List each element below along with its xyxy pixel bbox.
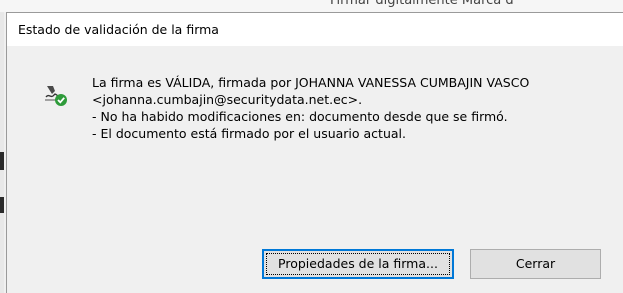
message-line: <johanna.cumbajin@securitydata.net.ec>. <box>92 92 363 107</box>
background-edge-mark <box>0 152 4 170</box>
signature-properties-button[interactable]: Propiedades de la firma... <box>262 249 454 279</box>
background-toolbar-text: Firmar digitalmente Marca d <box>330 0 514 8</box>
signature-properties-label: Propiedades de la firma... <box>278 256 438 271</box>
signature-valid-check-icon <box>45 86 67 106</box>
dialog-content: La firma es VÁLIDA, firmada por JOHANNA … <box>7 46 623 293</box>
signature-validation-dialog: Estado de validación de la firma La firm… <box>6 12 623 293</box>
background-toolbar: Firmar digitalmente Marca d <box>0 0 623 12</box>
screen: Firmar digitalmente Marca d Estado de va… <box>0 0 623 293</box>
validation-message: La firma es VÁLIDA, firmada por JOHANNA … <box>92 74 529 142</box>
message-line: - No ha habido modificaciones en: docume… <box>92 109 508 124</box>
close-button[interactable]: Cerrar <box>470 249 601 279</box>
background-window-edge <box>0 12 4 293</box>
dialog-title: Estado de validación de la firma <box>18 22 219 37</box>
pen-icon-part <box>47 86 55 94</box>
background-edge-mark <box>0 197 4 213</box>
check-badge <box>55 94 67 106</box>
message-line: La firma es VÁLIDA, firmada por JOHANNA … <box>92 75 530 90</box>
message-line: - El documento está firmado por el usuar… <box>92 126 406 141</box>
dialog-titlebar[interactable]: Estado de validación de la firma <box>7 13 623 46</box>
